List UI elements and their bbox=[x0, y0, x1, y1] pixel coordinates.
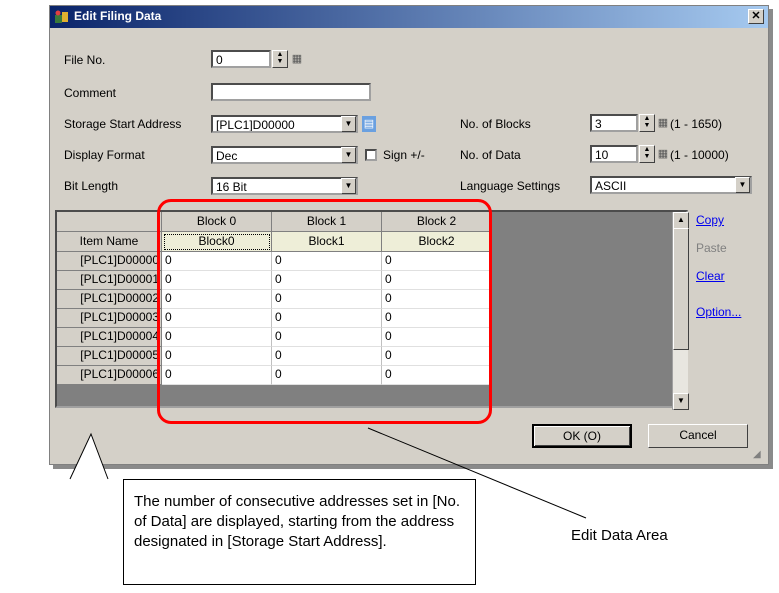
storage-start-address-label: Storage Start Address bbox=[64, 117, 182, 131]
no-of-blocks-input[interactable]: 3 bbox=[590, 114, 638, 132]
no-of-data-label: No. of Data bbox=[460, 148, 521, 162]
dialog-title: Edit Filing Data bbox=[74, 9, 162, 23]
scroll-thumb[interactable] bbox=[673, 228, 689, 350]
sign-checkbox[interactable] bbox=[365, 149, 377, 161]
cancel-button[interactable]: Cancel bbox=[648, 424, 748, 448]
close-button[interactable]: ✕ bbox=[748, 9, 764, 24]
ok-button[interactable]: OK (O) bbox=[532, 424, 632, 448]
file-no-label: File No. bbox=[64, 53, 106, 67]
no-of-data-keypad-icon[interactable]: ▦ bbox=[656, 146, 670, 162]
storage-start-address-input[interactable]: [PLC1]D00000 bbox=[211, 115, 358, 133]
copy-link[interactable]: Copy bbox=[696, 213, 724, 227]
address-input-icon[interactable]: ▤ bbox=[362, 116, 376, 132]
no-of-blocks-spinner[interactable]: ▲ ▼ bbox=[639, 114, 655, 132]
row-address-header: [PLC1]D00005 bbox=[57, 347, 162, 366]
storage-address-dropdown-icon[interactable]: ▼ bbox=[341, 116, 356, 132]
scroll-up-icon[interactable]: ▲ bbox=[673, 212, 689, 229]
bit-length-select[interactable]: 16 Bit bbox=[211, 177, 358, 195]
language-settings-label: Language Settings bbox=[460, 179, 561, 193]
grid-corner bbox=[57, 212, 162, 232]
no-of-blocks-label: No. of Blocks bbox=[460, 117, 531, 131]
scroll-down-icon[interactable]: ▼ bbox=[673, 393, 689, 410]
sign-label: Sign +/- bbox=[383, 148, 425, 162]
no-of-data-spinner[interactable]: ▲ ▼ bbox=[639, 145, 655, 163]
file-no-keypad-icon[interactable]: ▦ bbox=[290, 51, 304, 67]
grid-vertical-scrollbar[interactable]: ▲ ▼ bbox=[672, 212, 689, 410]
clear-link[interactable]: Clear bbox=[696, 269, 725, 283]
display-format-select[interactable]: Dec bbox=[211, 146, 358, 164]
no-of-data-range: (1 - 10000) bbox=[670, 148, 729, 162]
bit-length-dropdown-icon[interactable]: ▼ bbox=[341, 178, 356, 194]
paste-link[interactable]: Paste bbox=[696, 241, 727, 255]
row-address-header: [PLC1]D00001 bbox=[57, 271, 162, 290]
comment-label: Comment bbox=[64, 86, 117, 100]
no-of-blocks-range: (1 - 1650) bbox=[670, 117, 723, 131]
file-no-spinner[interactable]: ▲ ▼ bbox=[272, 50, 288, 68]
item-name-header: Item Name bbox=[57, 232, 162, 252]
row-address-header: [PLC1]D00006 bbox=[57, 366, 162, 385]
no-of-blocks-keypad-icon[interactable]: ▦ bbox=[656, 115, 670, 131]
row-address-header: [PLC1]D00000 bbox=[57, 252, 162, 271]
title-bar: Edit Filing Data ✕ bbox=[50, 6, 768, 28]
resize-grip-icon[interactable]: ◢ bbox=[753, 449, 765, 461]
edit-data-area-highlight bbox=[157, 199, 492, 424]
display-format-label: Display Format bbox=[64, 148, 145, 162]
row-address-header: [PLC1]D00002 bbox=[57, 290, 162, 309]
no-of-data-input[interactable]: 10 bbox=[590, 145, 638, 163]
edit-data-area-label: Edit Data Area bbox=[571, 527, 668, 544]
language-dropdown-icon[interactable]: ▼ bbox=[735, 177, 750, 193]
filing-data-icon bbox=[55, 10, 68, 23]
language-settings-select[interactable]: ASCII bbox=[590, 176, 752, 194]
comment-input[interactable] bbox=[211, 83, 371, 101]
address-callout: The number of consecutive addresses set … bbox=[123, 479, 476, 585]
file-no-input[interactable]: 0 bbox=[211, 50, 271, 68]
bit-length-label: Bit Length bbox=[64, 179, 119, 193]
row-address-header: [PLC1]D00004 bbox=[57, 328, 162, 347]
option-link[interactable]: Option... bbox=[696, 305, 741, 319]
row-address-header: [PLC1]D00003 bbox=[57, 309, 162, 328]
display-format-dropdown-icon[interactable]: ▼ bbox=[341, 147, 356, 163]
